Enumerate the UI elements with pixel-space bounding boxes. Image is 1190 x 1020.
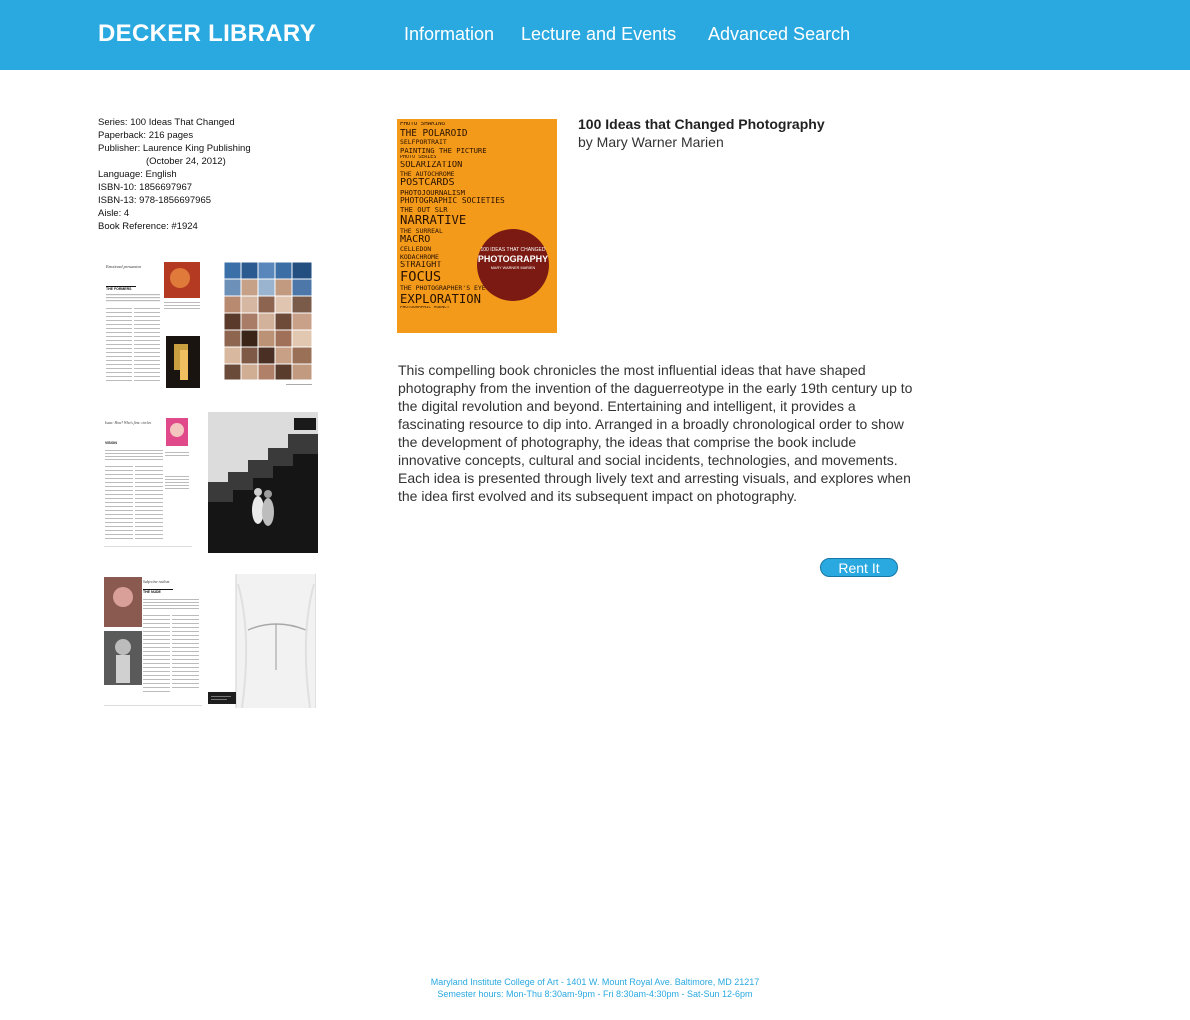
page-preview-2-image [222, 260, 314, 390]
cover-line: PHOTOJOURNALISM [400, 189, 465, 197]
site-logo[interactable]: DECKER LIBRARY [98, 20, 316, 48]
page-preview-3[interactable]: Issue: How? Who's first: circles VISION [104, 416, 192, 550]
book-description: This compelling book chronicles the most… [398, 362, 913, 504]
cover-badge: 100 IDEAS THAT CHANGED PHOTOGRAPHY MARY … [477, 229, 549, 301]
cover-line: NARRATIVE [400, 214, 467, 227]
cover-line: PHOTOGRAPHIC SOCIETIES [400, 197, 505, 206]
detail-reference: Book Reference: #1924 [98, 221, 198, 232]
cover-badge-main: PHOTOGRAPHY [477, 254, 549, 264]
page-preview-4[interactable] [208, 412, 318, 553]
cover-line: THE OUT SLR [400, 206, 448, 214]
detail-isbn10: ISBN-10: 1856697967 [98, 182, 193, 193]
detail-paperback: Paperback: 216 pages [98, 130, 194, 141]
thumb-5-caption: Subjective realism [143, 580, 170, 584]
cover-line: PHOTO SERIES [400, 154, 437, 160]
book-cover[interactable]: PHOTO SHARING THE POLAROID SELFPORTRAIT PAI… [397, 119, 557, 333]
nav-lecture-and-events[interactable]: Lecture and Events [521, 24, 676, 45]
page-preview-5-image: Subjective realism THE NUDE [104, 575, 202, 709]
page-preview-6[interactable] [208, 574, 316, 708]
thumb-1-caption: Emotional persuasion [105, 264, 141, 269]
page-preview-6-image [208, 574, 316, 708]
cover-line: PHOTOGRAPHIC AGENCY [400, 306, 450, 311]
site-header: DECKER LIBRARY Information Lecture and E… [0, 0, 1190, 70]
rent-it-button[interactable]: Rent It [820, 558, 898, 577]
book-details: Series: 100 Ideas That Changed Paperback… [98, 116, 251, 233]
cover-line: SELFPORTRAIT [400, 139, 447, 146]
cover-line: POSTCARDS [400, 177, 455, 188]
book-author: by Mary Warner Marien [578, 134, 724, 150]
page-preview-2[interactable] [222, 260, 314, 390]
thumb-5-heading: THE NUDE [143, 590, 162, 594]
footer-address: Maryland Institute College of Art - 1401… [430, 977, 760, 987]
page-preview-4-image [208, 412, 318, 553]
detail-language: Language: English [98, 169, 177, 180]
nav-information[interactable]: Information [404, 24, 494, 45]
thumb-3-heading: VISION [105, 441, 117, 445]
cover-line: THE POLAROID [400, 128, 468, 139]
cover-badge-top: 100 IDEAS THAT CHANGED [480, 247, 546, 253]
book-title: 100 Ideas that Changed Photography [578, 116, 825, 132]
detail-series: Series: 100 Ideas That Changed [98, 117, 235, 128]
page-preview-3-image: Issue: How? Who's first: circles VISION [104, 416, 192, 550]
cover-line: PAINTING THE PICTURE [400, 146, 487, 154]
detail-isbn13: ISBN-13: 978-1856697965 [98, 195, 212, 206]
cover-badge-author: MARY WARNER MARIEN [490, 266, 536, 270]
footer-hours: Semester hours: Mon-Thu 8:30am-9pm - Fri… [437, 989, 753, 999]
cover-line: PHOTO SHARING [400, 122, 446, 127]
cover-line: SOLARIZATION [400, 160, 463, 170]
nav-advanced-search[interactable]: Advanced Search [708, 24, 850, 45]
page-preview-1-image: Emotional persuasion THE FORMERS [104, 260, 202, 392]
detail-publish-date: (October 24, 2012) [146, 156, 226, 167]
detail-aisle: Aisle: 4 [98, 208, 130, 219]
page-preview-1[interactable]: Emotional persuasion THE FORMERS [104, 260, 202, 392]
page-preview-5[interactable]: Subjective realism THE NUDE [104, 575, 202, 709]
cover-line: THE AUTOCHROME [400, 170, 455, 177]
thumb-1-heading: THE FORMERS [106, 287, 132, 291]
detail-publisher: Publisher: Laurence King Publishing [98, 143, 251, 154]
thumb-3-caption: Issue: How? Who's first: circles [104, 421, 152, 425]
